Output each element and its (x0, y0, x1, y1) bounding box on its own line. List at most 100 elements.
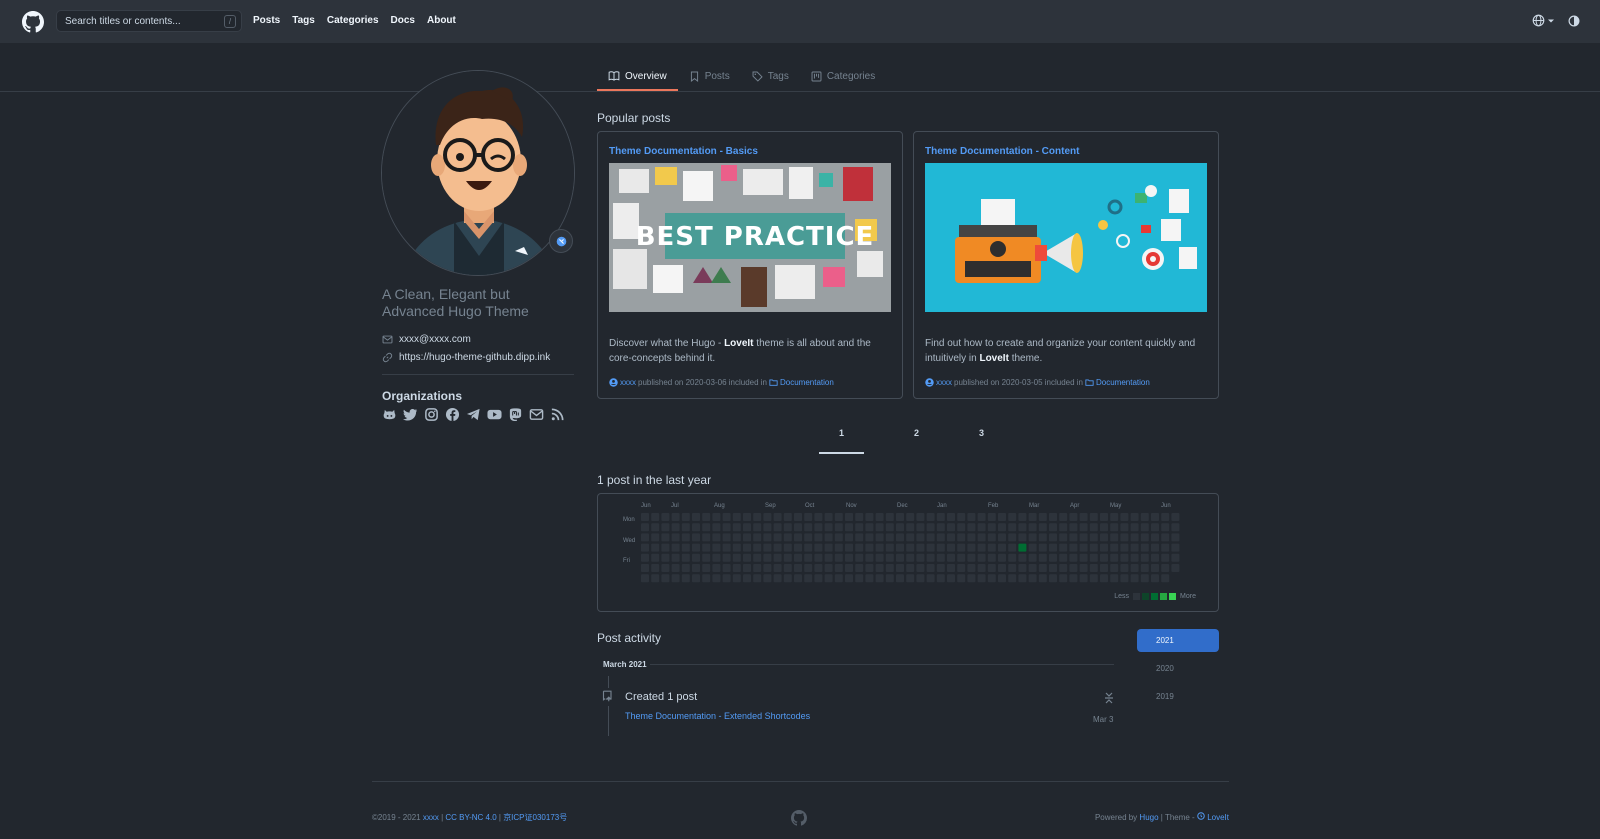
nav-tags[interactable]: Tags (292, 15, 315, 26)
tab-categories[interactable]: Categories (800, 63, 886, 91)
hugo-link[interactable]: Hugo (1139, 813, 1158, 822)
month-label: Jan (937, 503, 947, 509)
calendar-day-cell (845, 533, 853, 542)
facebook-icon[interactable] (445, 407, 460, 422)
day-label: Mon (623, 517, 635, 523)
calendar-day-cell (875, 574, 884, 583)
status-badge[interactable] (549, 229, 573, 253)
desc-text: Find out how to create and organize your… (925, 338, 1196, 364)
footer-author-link[interactable]: xxxx (423, 813, 439, 822)
calendar-day-cell (1079, 564, 1088, 572)
calendar-day-cell (641, 553, 649, 562)
calendar-day-cell (763, 533, 772, 542)
post-cover-image[interactable] (925, 163, 1207, 312)
icp-link[interactable]: 京ICP证030173号 (503, 813, 567, 822)
calendar-day-cell (783, 513, 792, 521)
calendar-day-cell (987, 553, 996, 562)
year-2021-button[interactable]: 2021 (1137, 629, 1219, 652)
calendar-day-cell (957, 523, 966, 532)
github-icon[interactable] (382, 407, 397, 422)
author-link[interactable]: xxxx (936, 378, 952, 387)
theme-toggle-icon[interactable] (1568, 15, 1580, 27)
calendar-day-cell (855, 553, 864, 562)
cover-text: BEST PRACTICE (636, 222, 875, 252)
theme-link[interactable]: LoveIt (1207, 813, 1229, 822)
calendar-day-cell (1151, 553, 1159, 562)
activity-date: Mar 3 (1093, 715, 1114, 724)
tab-tags[interactable]: Tags (741, 63, 800, 91)
activity-post-link[interactable]: Theme Documentation - Extended Shortcode… (625, 711, 810, 721)
calendar-day-cell (1079, 553, 1088, 562)
search-input[interactable] (65, 15, 215, 27)
calendar-day-cell (722, 523, 731, 532)
calendar-day-cell (906, 543, 915, 552)
category-link[interactable]: Documentation (1096, 378, 1150, 387)
calendar-day-cell (702, 513, 711, 521)
email-link[interactable]: xxxx@xxxx.com (399, 334, 471, 345)
legend-swatch (1169, 593, 1177, 600)
rss-icon[interactable] (550, 407, 565, 422)
calendar-day-cell (1100, 543, 1108, 552)
calendar-day-cell (804, 513, 813, 521)
tab-label: Tags (767, 70, 789, 82)
calendar-day-cell (906, 533, 915, 542)
profile-tabs: Overview Posts Tags Categories (597, 63, 886, 91)
calendar-day-cell (916, 543, 925, 552)
nav-docs[interactable]: Docs (391, 15, 415, 26)
tab-posts[interactable]: Posts (678, 63, 741, 91)
year-2020-button[interactable]: 2020 (1137, 657, 1219, 680)
telegram-icon[interactable] (466, 407, 481, 422)
calendar-day-cell (926, 523, 935, 532)
calendar-day-cell (692, 564, 700, 572)
page-2-button[interactable]: 2 (884, 428, 949, 454)
nav-categories[interactable]: Categories (327, 15, 379, 26)
search-box: / (56, 10, 242, 32)
calendar-day-cell (987, 574, 996, 583)
calendar-day-cell (1120, 553, 1129, 562)
fold-icon[interactable] (1104, 692, 1114, 704)
month-label: Mar (1029, 503, 1040, 509)
calendar-day-cell (875, 513, 884, 521)
post-cover-image[interactable]: BEST PRACTICE (609, 163, 891, 312)
calendar-day-cell (1028, 564, 1037, 572)
github-logo-icon[interactable] (22, 11, 44, 33)
nav-about[interactable]: About (427, 15, 456, 26)
tab-overview[interactable]: Overview (597, 63, 678, 91)
youtube-icon[interactable] (487, 407, 502, 422)
calendar-day-cell (855, 574, 864, 583)
category-link[interactable]: Documentation (780, 378, 834, 387)
calendar-day-cell (1110, 533, 1119, 542)
contributions-title: 1 post in the last year (597, 473, 712, 487)
calendar-day-cell (1120, 513, 1129, 521)
calendar-day-cell (957, 513, 966, 521)
month-label: Aug (714, 503, 725, 509)
mastodon-icon[interactable] (508, 407, 523, 422)
post-title-link[interactable]: Theme Documentation - Basics (609, 146, 758, 157)
calendar-day-cell (804, 574, 813, 583)
legend-swatch (1133, 593, 1141, 600)
nav-posts[interactable]: Posts (253, 15, 280, 26)
calendar-day-cell (977, 533, 986, 542)
mail-icon[interactable] (529, 407, 544, 422)
calendar-day-cell (967, 513, 976, 521)
calendar-day-cell (885, 533, 894, 542)
calendar-day-cell (936, 574, 945, 583)
page-3-button[interactable]: 3 (949, 428, 1014, 454)
instagram-icon[interactable] (424, 407, 439, 422)
calendar-day-cell (834, 574, 843, 583)
pagination: 1 2 3 (819, 428, 1014, 454)
language-dropdown[interactable] (1532, 14, 1554, 27)
year-2019-button[interactable]: 2019 (1137, 685, 1219, 708)
calendar-day-cell (1008, 513, 1017, 521)
github-logo-icon[interactable] (791, 810, 807, 826)
twitter-icon[interactable] (403, 407, 418, 422)
license-link[interactable]: CC BY-NC 4.0 (445, 813, 496, 822)
author-link[interactable]: xxxx (620, 378, 636, 387)
calendar-day-cell (651, 574, 660, 583)
post-description: Discover what the Hugo - LoveIt theme is… (609, 336, 893, 366)
page-1-button[interactable]: 1 (819, 428, 864, 454)
website-link[interactable]: https://hugo-theme-github.dipp.ink (399, 352, 550, 363)
calendar-day-cell (987, 523, 996, 532)
calendar-day-cell (783, 523, 792, 532)
post-title-link[interactable]: Theme Documentation - Content (925, 146, 1079, 157)
